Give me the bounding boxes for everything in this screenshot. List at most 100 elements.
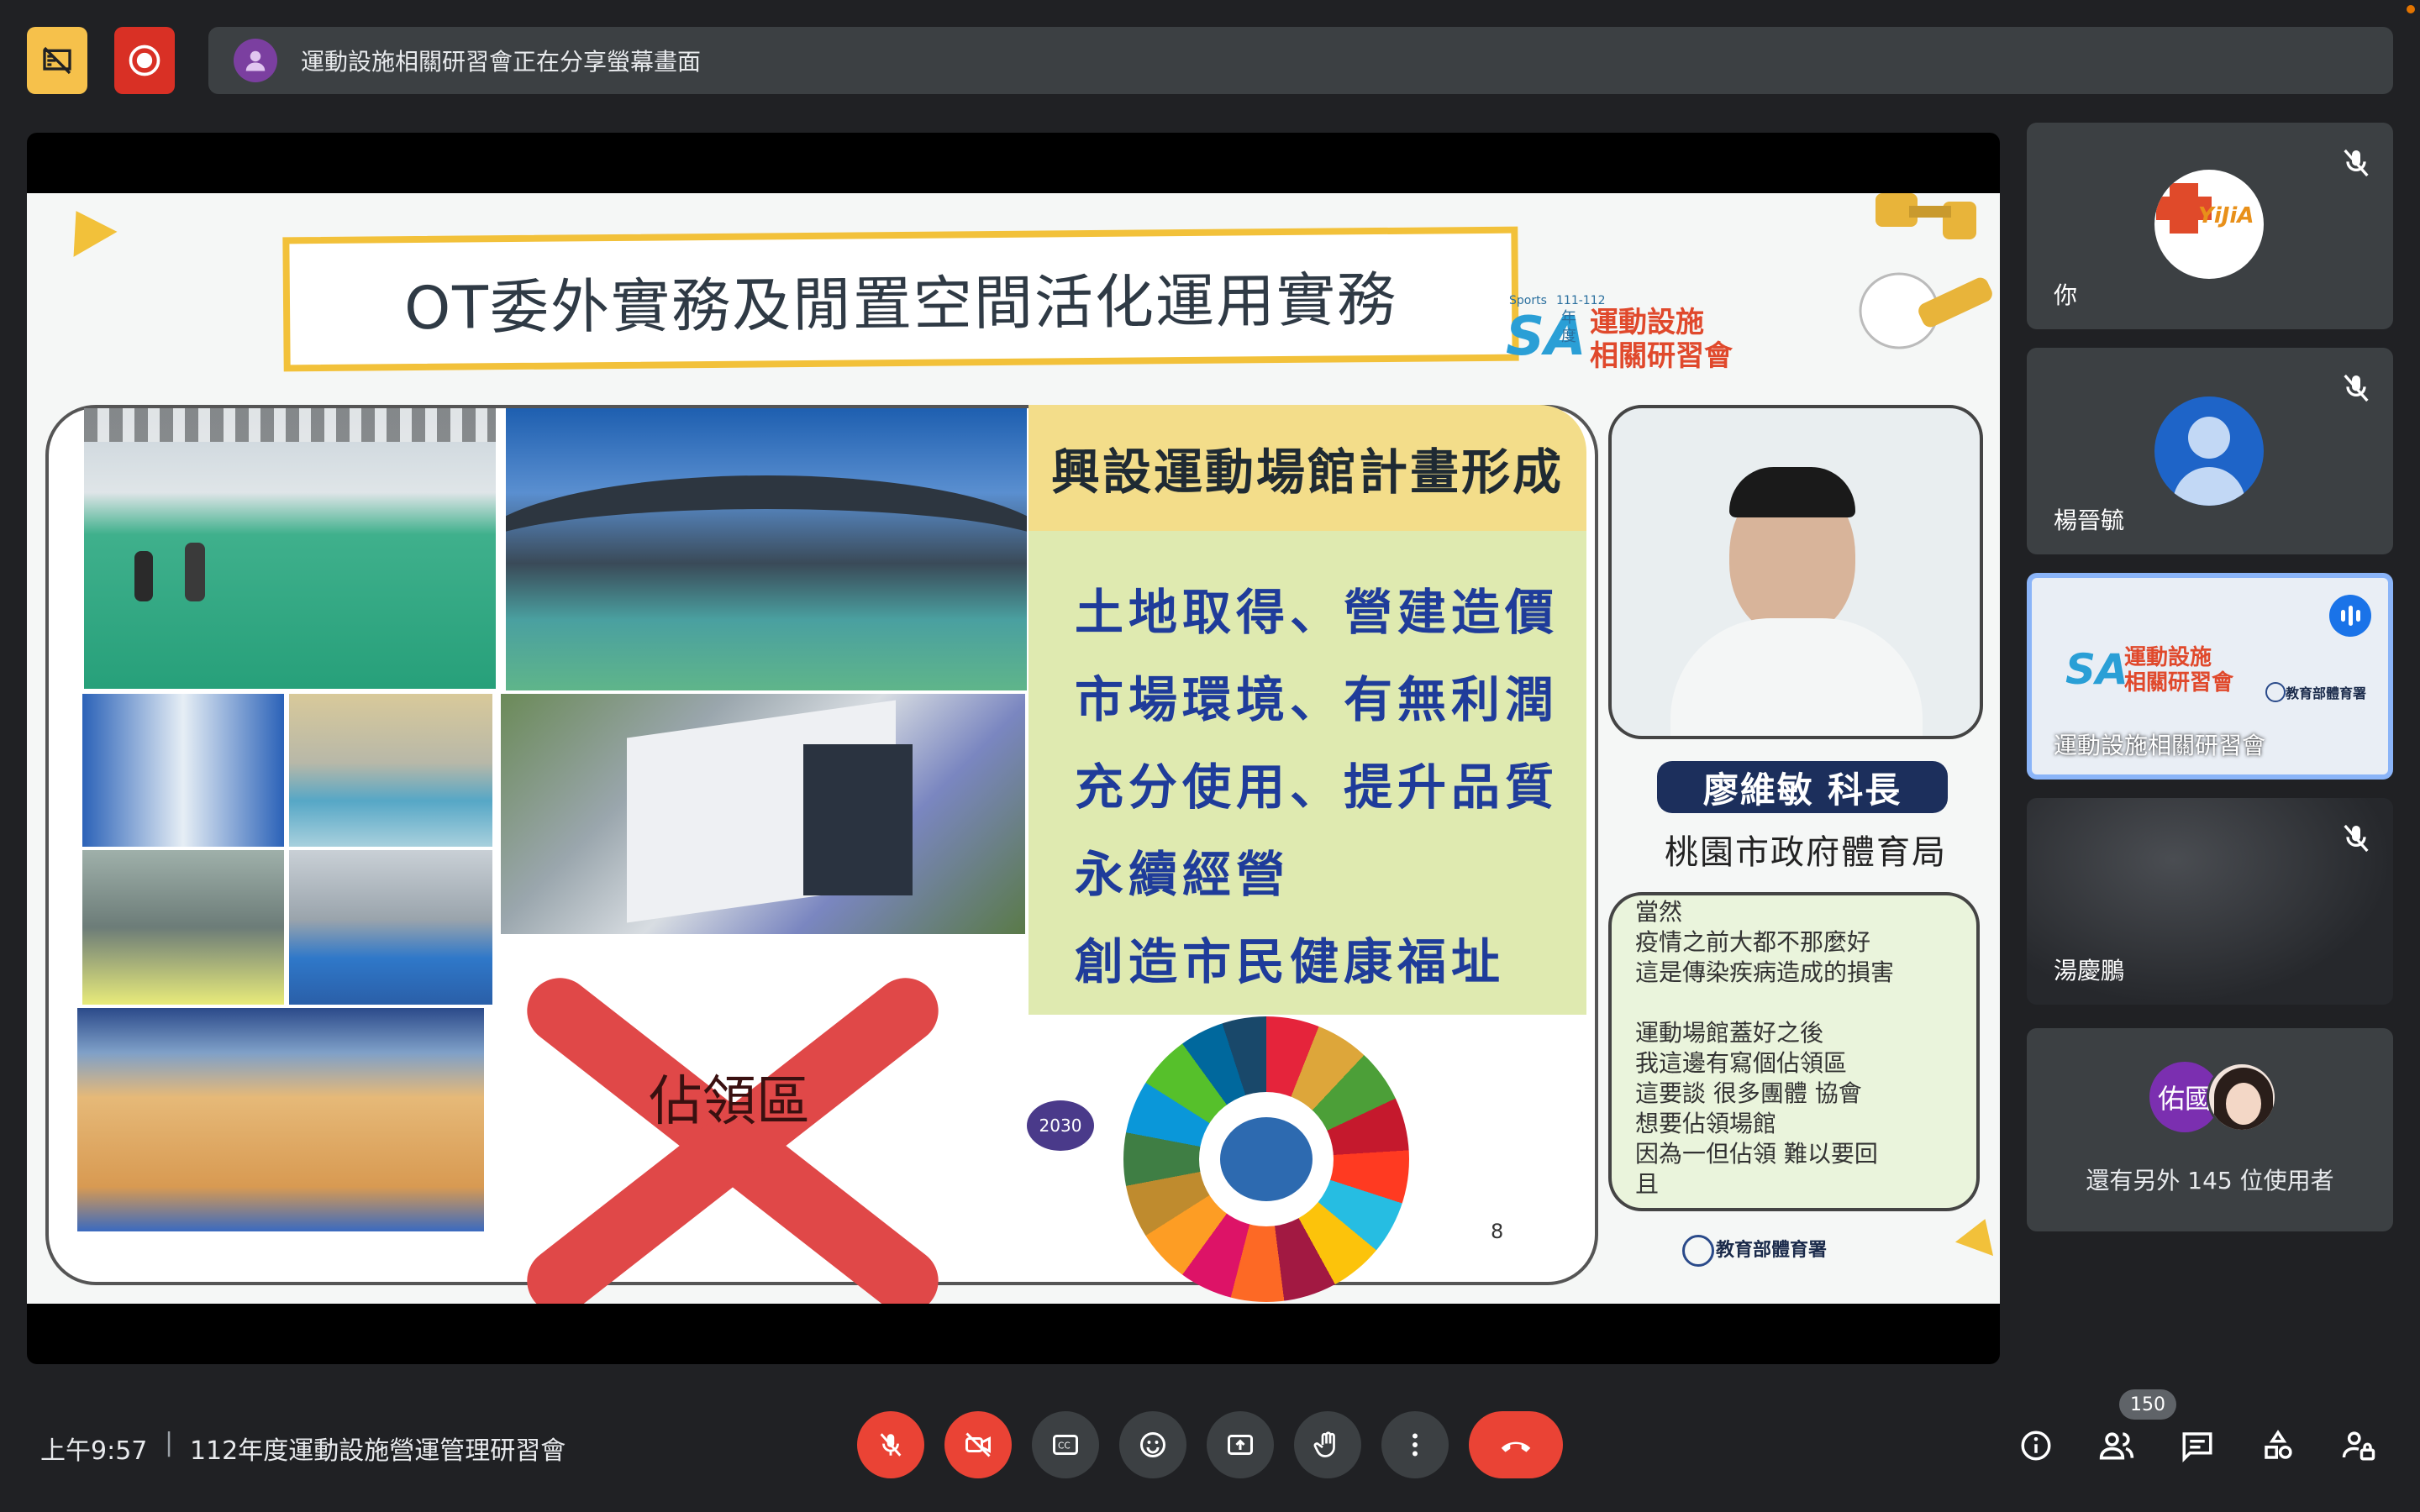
recording-button[interactable] [114, 27, 175, 94]
slide-page-number: 8 [1491, 1220, 1504, 1243]
present-button[interactable] [1207, 1411, 1274, 1478]
captions-button[interactable]: CC [1032, 1411, 1099, 1478]
participant-name: 楊晉毓 [2054, 507, 2125, 534]
caption-line: 運動場館蓋好之後 [1635, 1019, 1824, 1047]
basketball-court-photo [77, 1008, 484, 1231]
participant-tile[interactable]: YiJiA 你 [2027, 123, 2393, 329]
moe-logo: 教育部體育署 [1716, 1240, 1828, 1261]
chat-button[interactable] [2178, 1426, 2217, 1465]
speaking-indicator-icon [2329, 595, 2371, 637]
people-button[interactable] [2097, 1426, 2136, 1465]
seminar-logo: Sports 111-112 SA 年度 運動設施 相關研習會 [1506, 294, 1733, 373]
plan-item: 創造市民健康福址 [1075, 933, 1506, 990]
plan-item: 永續經營 [1075, 846, 1291, 903]
meeting-title: 112年度運動設施營運管理研習會 [190, 1436, 566, 1466]
plan-item: 土地取得、營建造價 [1075, 584, 1560, 641]
shared-slide: OT委外實務及閒置空間活化運用實務 Sports 111-112 SA 年度 運… [27, 193, 2000, 1304]
meeting-info-button[interactable] [2017, 1426, 2055, 1465]
presentation-stage[interactable]: OT委外實務及閒置空間活化運用實務 Sports 111-112 SA 年度 運… [27, 133, 2000, 1364]
participant-name: 你 [2054, 281, 2078, 309]
present-screen-icon [1228, 1435, 1253, 1455]
pool-photo [289, 694, 492, 847]
caption-line: 這要談 很多團體 協會 [1635, 1079, 1862, 1107]
sports-center-photo [501, 694, 1025, 934]
hang-up-icon [1501, 1441, 1531, 1452]
more-options-button[interactable] [1381, 1411, 1449, 1478]
mic-off-icon [2344, 824, 2369, 853]
badminton-photo [84, 408, 496, 689]
activities-icon [2265, 1430, 2292, 1459]
hand-icon [1313, 1431, 1335, 1457]
leave-call-button[interactable] [1469, 1411, 1563, 1478]
camera-button[interactable] [944, 1411, 1012, 1478]
caption-line: 我這邊有寫個佔領區 [1635, 1049, 1848, 1077]
emoji-icon [1140, 1432, 1165, 1457]
status-dot [2407, 5, 2415, 13]
moe-emblem-icon [1682, 1235, 1714, 1267]
people-count-badge: 150 [2119, 1389, 2176, 1420]
yijia-avatar: YiJiA [2154, 170, 2264, 279]
default-avatar-icon [2154, 396, 2264, 506]
speaker-name: 廖維敏 科長 [1657, 761, 1948, 813]
stadium-photo [506, 408, 1027, 690]
lock-person-icon [2342, 1431, 2375, 1461]
captions-icon: CC [1053, 1435, 1078, 1455]
activities-button[interactable] [2259, 1426, 2297, 1465]
other-participants-tile[interactable]: 佑國 還有另外 145 位使用者 [2027, 1028, 2393, 1231]
participant-name: 運動設施相關研習會 [2054, 732, 2266, 759]
sdg-2030-badge: 2030 [1027, 1100, 1094, 1151]
title-separator: | [165, 1428, 174, 1457]
seminar-logo-thumb: SA [2065, 645, 2128, 694]
reactions-button[interactable] [1119, 1411, 1186, 1478]
raise-hand-button[interactable] [1294, 1411, 1361, 1478]
caption-line: 且 [1635, 1170, 1660, 1198]
people-icon [2099, 1432, 2134, 1460]
moe-emblem-icon [2265, 682, 2286, 702]
presentation-indicator-button[interactable] [27, 27, 87, 94]
caption-line: 疫情之前大都不那麼好 [1635, 928, 1871, 956]
mic-off-icon [2344, 149, 2369, 177]
participant-tile[interactable]: 湯慶鵬 [2027, 798, 2393, 1005]
other-participants-count: 還有另外 145 位使用者 [2086, 1167, 2334, 1194]
dumbbell-icon [1859, 193, 1992, 349]
caption-line: 因為一但佔領 難以要回 [1635, 1140, 1878, 1168]
speaker-photo [1608, 405, 1983, 739]
info-icon [2021, 1431, 2051, 1461]
caption-line: 當然 [1635, 898, 1683, 926]
participant-name: 湯慶鵬 [2054, 957, 2125, 984]
red-x-icon [506, 964, 952, 1304]
record-icon [129, 45, 160, 76]
svg-text:CC: CC [1058, 1441, 1071, 1452]
table-tennis-photo [289, 850, 492, 1005]
plan-item: 充分使用、提升品質 [1075, 759, 1560, 816]
participant-tile-active-speaker[interactable]: SA 運動設施 相關研習會 教育部體育署 運動設施相關研習會 [2027, 573, 2393, 780]
occupied-zone-label: 佔領區 [649, 1071, 810, 1133]
speaker-organization: 桃園市政府體育局 [1665, 833, 1947, 872]
decor-triangle [54, 198, 118, 257]
sdg-wheel-icon [1123, 1016, 1409, 1302]
climbing-photo [82, 694, 284, 847]
plan-item: 市場環境、有無利潤 [1075, 671, 1560, 728]
caption-box: 當然 疫情之前大都不那麼好 這是傳染疾病造成的損害 運動場館蓋好之後 我這邊有寫… [1608, 892, 1980, 1211]
slide-title: OT委外實務及閒置空間活化運用實務 [282, 226, 1519, 372]
microphone-button[interactable] [857, 1411, 924, 1478]
plan-list: 土地取得、營建造價 市場環境、有無利潤 充分使用、提升品質 永續經營 創造市民健… [1028, 531, 1586, 1015]
presenter-avatar-icon [234, 39, 277, 82]
host-controls-button[interactable] [2339, 1426, 2378, 1465]
mic-off-icon [2344, 374, 2369, 402]
participant-avatar-photo [2207, 1062, 2277, 1132]
meeting-time: 上午9:57 [40, 1436, 148, 1466]
chat-icon [2182, 1432, 2212, 1462]
caption-line: 這是傳染疾病造成的損害 [1635, 958, 1895, 986]
no-present-icon [43, 46, 71, 75]
more-vert-icon [1413, 1433, 1418, 1457]
share-banner-text: 運動設施相關研習會正在分享螢幕畫面 [301, 48, 702, 76]
gym-photo [82, 850, 284, 1005]
plan-heading: 興設運動場館計畫形成 [1028, 405, 1586, 531]
screen-share-banner: 運動設施相關研習會正在分享螢幕畫面 [208, 27, 2393, 94]
participant-tile[interactable]: 楊晉毓 [2027, 348, 2393, 554]
camera-off-icon [965, 1432, 991, 1457]
caption-line: 想要佔領場館 [1635, 1110, 1777, 1137]
mic-off-icon [880, 1433, 902, 1457]
decor-triangle [1954, 1211, 2000, 1257]
